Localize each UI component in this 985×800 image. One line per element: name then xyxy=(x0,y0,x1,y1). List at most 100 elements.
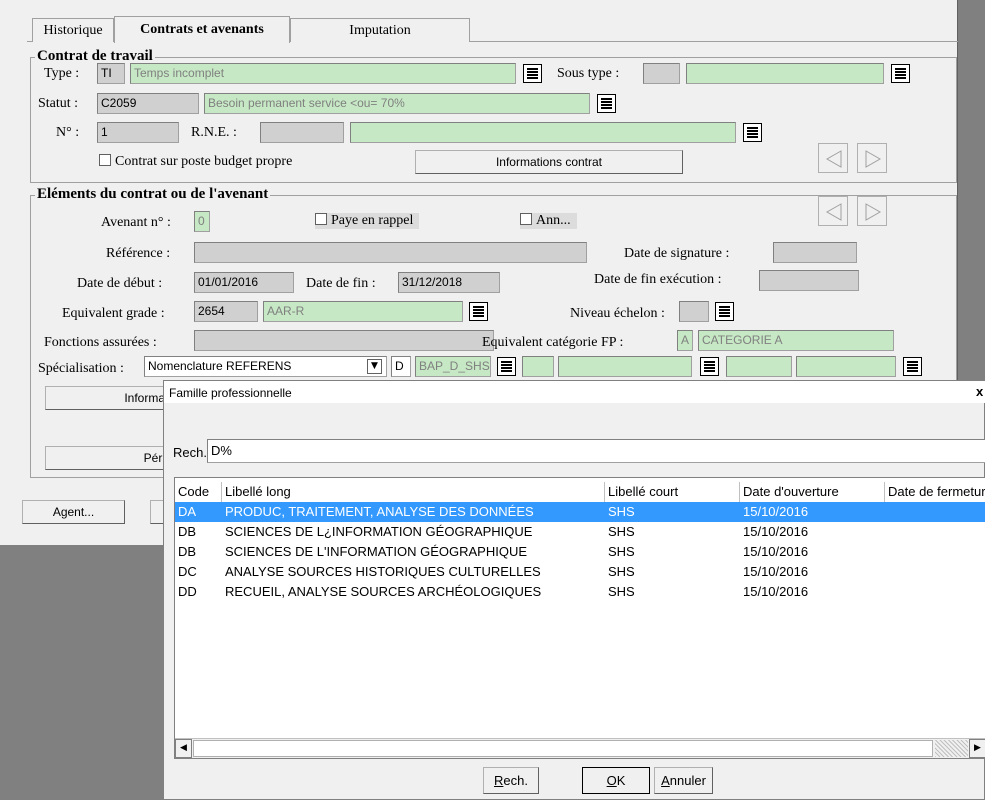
rne-code-field[interactable] xyxy=(260,122,344,143)
table-cell-code: DA xyxy=(178,504,197,519)
famille-pro-dialog: Famille professionnelle x Rech. D% Code … xyxy=(163,380,985,800)
tab-contrats-avenants[interactable]: Contrats et avenants xyxy=(114,16,290,43)
spec-bap-list-icon[interactable] xyxy=(497,357,516,376)
spec-sub2-list-icon[interactable] xyxy=(903,357,922,376)
statut-list-icon[interactable] xyxy=(597,94,616,113)
ann-checkbox[interactable]: Ann... xyxy=(520,213,577,229)
table-cell-court: SHS xyxy=(608,524,635,539)
poste-budget-checkbox[interactable]: Contrat sur poste budget propre xyxy=(99,154,292,170)
chevron-down-icon[interactable]: ▼ xyxy=(367,359,382,374)
equiv-grade-list-icon[interactable] xyxy=(469,302,488,321)
equiv-categorie-code-field[interactable]: A xyxy=(677,330,693,351)
date-fin-execution-field[interactable] xyxy=(759,270,859,291)
col-header-date-fermeture[interactable]: Date de fermeture xyxy=(885,482,985,502)
dialog-title: Famille professionnelle xyxy=(169,386,292,400)
paye-rappel-label: Paye en rappel xyxy=(331,213,414,228)
spec-sub2-libelle-field xyxy=(796,356,896,377)
table-cell-court: SHS xyxy=(608,564,635,579)
specialisation-select-value: Nomenclature REFERENS xyxy=(148,359,292,373)
table-row[interactable]: DC ANALYSE SOURCES HISTORIQUES CULTURELLE… xyxy=(175,562,985,582)
ann-box[interactable] xyxy=(520,213,532,225)
rech-accel: R xyxy=(494,773,504,788)
periodes-button[interactable]: Péri xyxy=(45,446,170,470)
reference-field[interactable] xyxy=(194,242,587,263)
spec-sub2-code-field xyxy=(726,356,792,377)
rne-libelle-field xyxy=(350,122,736,143)
search-input[interactable]: D% xyxy=(207,439,985,463)
niveau-echelon-list-icon[interactable] xyxy=(715,302,734,321)
sous-type-code-field[interactable] xyxy=(643,63,680,84)
type-libelle-field: Temps incomplet xyxy=(130,63,516,84)
num-field[interactable]: 1 xyxy=(97,122,179,143)
table-cell-code: DC xyxy=(178,564,197,579)
scroll-track[interactable] xyxy=(935,740,968,757)
type-code-field[interactable]: TI xyxy=(97,63,125,84)
paye-rappel-box[interactable] xyxy=(315,213,327,225)
table-row[interactable]: DD RECUEIL, ANALYSE SOURCES ARCHÉOLOGIQUE… xyxy=(175,582,985,602)
spec-sub1-list-icon[interactable] xyxy=(700,357,719,376)
prev-contrat-button[interactable] xyxy=(818,143,848,173)
ok-button[interactable]: OK xyxy=(582,767,650,794)
niveau-echelon-field[interactable] xyxy=(679,301,709,322)
paye-rappel-checkbox[interactable]: Paye en rappel xyxy=(315,213,420,229)
table-row[interactable]: DB SCIENCES DE L¿INFORMATION GÉOGRAPHIQUE… xyxy=(175,522,985,542)
scroll-right-button[interactable]: ▶ xyxy=(969,739,985,758)
fonctions-label: Fonctions assurées : xyxy=(44,335,157,350)
table-row[interactable]: DB SCIENCES DE L'INFORMATION GÉOGRAPHIQUE… xyxy=(175,542,985,562)
close-icon[interactable]: x xyxy=(976,384,983,399)
table-row[interactable]: DA PRODUC, TRAITEMENT, ANALYSE DES DONNÉE… xyxy=(175,502,985,522)
table-cell-long: ANALYSE SOURCES HISTORIQUES CULTURELLES xyxy=(225,564,541,579)
horizontal-scrollbar[interactable]: ◀ ▶ xyxy=(175,738,985,758)
scroll-thumb[interactable] xyxy=(193,740,933,757)
periodes-button-label: Péri xyxy=(143,451,165,465)
tab-historique[interactable]: Historique xyxy=(32,18,114,42)
rech-button[interactable]: Rech. xyxy=(483,767,539,794)
avenant-field[interactable]: 0 xyxy=(194,211,210,232)
agent-button[interactable]: Agent... xyxy=(22,500,125,524)
date-fin-execution-label: Date de fin exécution : xyxy=(594,272,722,287)
date-signature-label: Date de signature : xyxy=(624,246,730,261)
table-cell-code: DD xyxy=(178,584,197,599)
table-cell-long: RECUEIL, ANALYSE SOURCES ARCHÉOLOGIQUES xyxy=(225,584,542,599)
spec-bap-field: BAP_D_SHS xyxy=(415,356,491,377)
statut-libelle-field: Besoin permanent service <ou= 70% xyxy=(204,93,590,114)
specialisation-select[interactable]: Nomenclature REFERENS xyxy=(144,356,387,377)
annuler-button[interactable]: Annuler xyxy=(654,767,713,794)
equiv-grade-code-field[interactable]: 2654 xyxy=(194,301,258,322)
spec-sub1-libelle-field xyxy=(558,356,692,377)
table-header: Code Libellé long Libellé court Date d'o… xyxy=(175,482,985,502)
next-contrat-button[interactable] xyxy=(857,143,887,173)
fonctions-field[interactable] xyxy=(194,330,494,351)
next-avenant-button[interactable] xyxy=(857,196,887,226)
rne-list-icon[interactable] xyxy=(743,123,762,142)
informations-button-label: Informa xyxy=(124,391,165,405)
results-table[interactable]: Code Libellé long Libellé court Date d'o… xyxy=(174,477,985,759)
table-cell-long: SCIENCES DE L¿INFORMATION GÉOGRAPHIQUE xyxy=(225,524,533,539)
poste-budget-checkbox-box[interactable] xyxy=(99,154,111,166)
date-fin-field[interactable]: 31/12/2018 xyxy=(398,272,500,293)
niveau-echelon-label: Niveau échelon : xyxy=(570,306,665,321)
prev-avenant-button[interactable] xyxy=(818,196,848,226)
table-cell-ouverture: 15/10/2016 xyxy=(743,544,809,559)
date-fin-label: Date de fin : xyxy=(306,276,376,291)
col-header-libelle-long[interactable]: Libellé long xyxy=(222,482,605,502)
date-signature-field[interactable] xyxy=(773,242,857,263)
tab-imputation[interactable]: Imputation xyxy=(290,18,470,42)
scroll-left-button[interactable]: ◀ xyxy=(175,739,192,758)
col-header-date-ouverture[interactable]: Date d'ouverture xyxy=(740,482,885,502)
statut-code-field[interactable]: C2059 xyxy=(97,93,199,114)
table-cell-code: DB xyxy=(178,544,197,559)
reference-label: Référence : xyxy=(106,246,171,261)
equiv-grade-libelle-field: AAR-R xyxy=(263,301,463,322)
informations-button[interactable]: Informa xyxy=(45,386,170,410)
arrow-left-icon xyxy=(825,150,842,168)
date-debut-field[interactable]: 01/01/2016 xyxy=(194,272,294,293)
type-list-icon[interactable] xyxy=(523,64,542,83)
table-cell-long: SCIENCES DE L'INFORMATION GÉOGRAPHIQUE xyxy=(225,544,528,559)
poste-budget-label: Contrat sur poste budget propre xyxy=(115,154,293,169)
spec-code-field[interactable]: D xyxy=(391,356,411,377)
col-header-libelle-court[interactable]: Libellé court xyxy=(605,482,740,502)
sous-type-list-icon[interactable] xyxy=(891,64,910,83)
informations-contrat-button[interactable]: Informations contrat xyxy=(415,150,683,174)
col-header-code[interactable]: Code xyxy=(175,482,222,502)
